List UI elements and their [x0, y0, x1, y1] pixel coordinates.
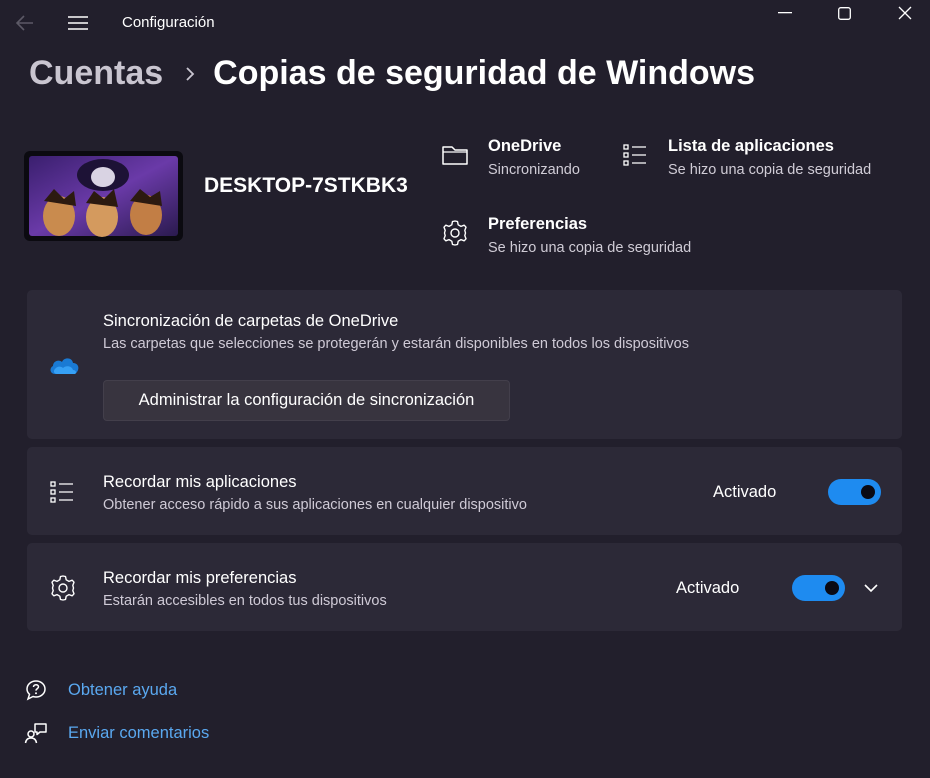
device-wallpaper-thumbnail	[24, 151, 183, 241]
remember-preferences-toggle[interactable]	[792, 575, 845, 601]
remember-apps-description: Obtener acceso rápido a sus aplicaciones…	[103, 497, 527, 513]
summary-onedrive-status: Sincronizando	[488, 162, 580, 178]
remember-preferences-state: Activado	[676, 579, 740, 597]
remember-preferences-description: Estarán accesibles en todos tus disposit…	[103, 593, 387, 609]
toggle-knob	[825, 581, 839, 595]
onedrive-card-title: Sincronización de carpetas de OneDrive	[103, 312, 399, 330]
maximize-icon[interactable]	[814, 0, 874, 26]
remember-preferences-card[interactable]: Recordar mis preferencias Estarán accesi…	[27, 543, 902, 631]
get-help-label[interactable]: Obtener ayuda	[68, 681, 177, 700]
summary-preferences-status: Se hizo una copia de seguridad	[488, 240, 692, 256]
chevron-right-icon	[185, 66, 195, 82]
breadcrumb-parent-link[interactable]: Cuentas	[29, 54, 163, 93]
remember-apps-toggle[interactable]	[828, 479, 881, 505]
onedrive-card-description: Las carpetas que selecciones se proteger…	[103, 336, 689, 352]
help-chat-icon	[24, 678, 48, 702]
chevron-down-icon[interactable]	[861, 578, 881, 598]
window-title: Configuración	[122, 14, 215, 31]
gear-icon	[49, 574, 77, 602]
app-list-icon	[620, 140, 650, 170]
remember-preferences-title: Recordar mis preferencias	[103, 569, 297, 587]
get-help-link[interactable]: Obtener ayuda	[24, 678, 177, 702]
toggle-knob	[861, 485, 875, 499]
summary-onedrive-title: OneDrive	[488, 137, 562, 155]
summary-apps-status: Se hizo una copia de seguridad	[668, 162, 872, 178]
send-feedback-label[interactable]: Enviar comentarios	[68, 724, 209, 743]
back-arrow-icon[interactable]	[12, 10, 38, 36]
summary-apps: Lista de aplicaciones Se hizo una copia …	[620, 136, 871, 180]
onedrive-sync-card: Sincronización de carpetas de OneDrive L…	[27, 290, 902, 439]
feedback-icon	[24, 721, 48, 745]
summary-preferences: Preferencias Se hizo una copia de seguri…	[440, 214, 691, 258]
remember-apps-title: Recordar mis aplicaciones	[103, 473, 297, 491]
summary-onedrive: OneDrive Sincronizando	[440, 136, 580, 180]
page-title: Copias de seguridad de Windows	[213, 54, 756, 92]
summary-apps-title: Lista de aplicaciones	[668, 137, 834, 155]
minimize-icon[interactable]	[755, 0, 815, 26]
summary-preferences-title: Preferencias	[488, 215, 588, 233]
title-bar: Configuración	[0, 0, 930, 48]
remember-apps-card: Recordar mis aplicaciones Obtener acceso…	[27, 447, 902, 535]
manage-sync-settings-button[interactable]: Administrar la configuración de sincroni…	[103, 380, 510, 421]
onedrive-cloud-icon	[47, 354, 81, 376]
folder-icon	[440, 140, 470, 170]
device-name: DESKTOP-7STKBK3	[204, 174, 408, 197]
close-icon[interactable]	[875, 0, 930, 26]
send-feedback-link[interactable]: Enviar comentarios	[24, 721, 209, 745]
gear-icon	[440, 218, 470, 248]
hamburger-menu-icon[interactable]	[64, 10, 92, 36]
breadcrumb: Cuentas Copias de seguridad de Windows	[29, 54, 755, 93]
remember-apps-state: Activado	[713, 483, 777, 501]
app-list-icon	[49, 479, 75, 505]
